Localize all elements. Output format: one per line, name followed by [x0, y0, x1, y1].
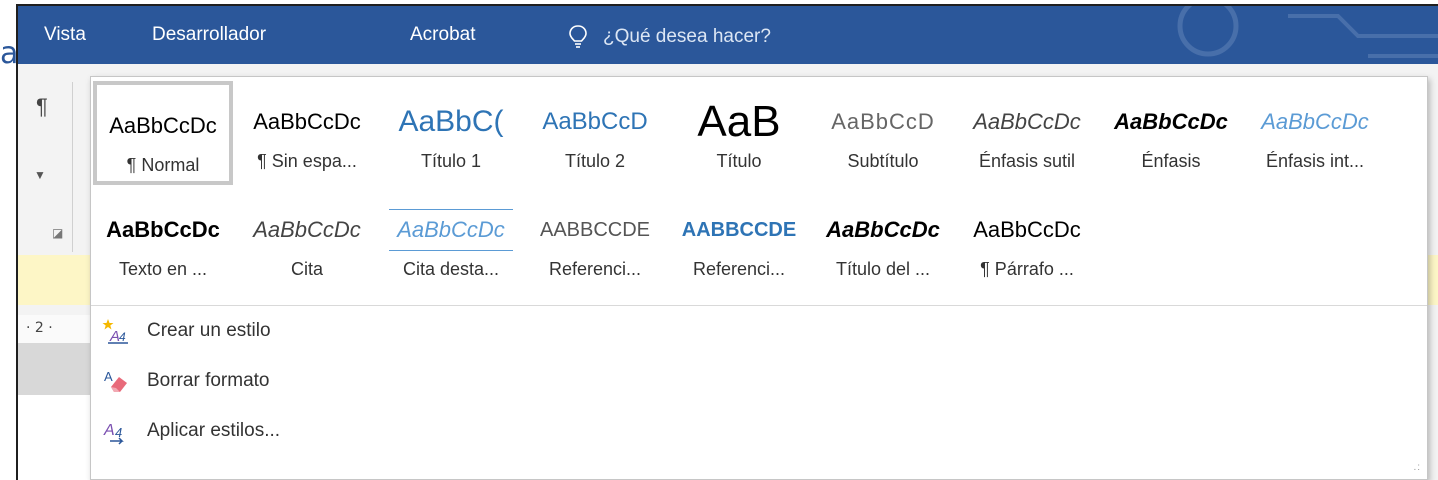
style-label: ¶ Sin espa... [257, 151, 357, 171]
document-gray-band [18, 343, 90, 395]
gallery-separator [91, 305, 1427, 306]
clear-formatting-command[interactable]: A Borrar formato [101, 361, 269, 401]
ribbon-tab-bar: Vista Desarrollador Acrobat ¿Qué desea h… [18, 6, 1438, 64]
style-label: Título 2 [564, 151, 626, 171]
style-referencia-sutil[interactable]: AABBCCDE Referenci... [525, 189, 665, 293]
group-separator [72, 82, 73, 252]
background-decoration [1177, 6, 1438, 58]
style-cita[interactable]: AaBbCcDc Cita [237, 189, 377, 293]
chevron-down-icon[interactable]: ▼ [34, 168, 46, 182]
style-preview: AaBbCcDc [973, 109, 1081, 134]
style-preview: AaB [697, 99, 781, 145]
apply-styles-label: Aplicar estilos... [147, 420, 281, 441]
style-subtitulo[interactable]: AaBbCcD Subtítulo [813, 81, 953, 185]
style-sin-espaciado[interactable]: AaBbCcDc ¶ Sin espa... [237, 81, 377, 185]
tab-acrobat[interactable]: Acrobat [410, 24, 475, 46]
style-titulo-del-libro[interactable]: AaBbCcDc Título del ... [813, 189, 953, 293]
style-preview: AaBbCcDc [973, 217, 1081, 242]
lightbulb-icon [563, 22, 593, 52]
style-label: Texto en ... [118, 259, 208, 279]
show-paragraph-marks-button[interactable]: ¶ [36, 94, 48, 120]
create-style-label: Crear un estilo [147, 320, 271, 341]
style-preview: AaBbC( [398, 105, 504, 138]
dialog-launcher-icon[interactable]: ◪ [52, 226, 63, 240]
style-label: ¶ Normal [126, 155, 200, 175]
style-label: Título del ... [835, 259, 931, 279]
style-cita-destacada[interactable]: AaBbCcDc Cita desta... [381, 189, 521, 293]
style-label: Título 1 [420, 151, 482, 171]
style-parrafo-de-lista[interactable]: AaBbCcDc ¶ Párrafo ... [957, 189, 1097, 293]
eraser-icon: A [101, 366, 131, 396]
tab-desarrollador[interactable]: Desarrollador [152, 24, 266, 46]
svg-text:A: A [103, 422, 115, 439]
style-label: Cita [290, 259, 323, 279]
style-referencia-intensa[interactable]: AABBCCDE Referenci... [669, 189, 809, 293]
create-style-icon: A 4 [101, 316, 131, 346]
style-preview: AaBbCcD [542, 108, 648, 135]
style-preview: AaBbCcDc [1114, 109, 1228, 134]
style-titulo-1[interactable]: AaBbC( Título 1 [381, 81, 521, 185]
style-preview: AaBbCcDc [109, 113, 217, 138]
style-titulo[interactable]: AaB Título [669, 81, 809, 185]
style-label: Cita desta... [402, 259, 500, 279]
svg-text:4: 4 [115, 425, 122, 440]
apply-styles-command[interactable]: A 4 Aplicar estilos... [101, 411, 280, 451]
tab-vista[interactable]: Vista [44, 24, 86, 46]
apply-styles-icon: A 4 [101, 416, 131, 446]
style-preview: AaBbCcDc [826, 217, 940, 242]
style-preview: AABBCCDE [539, 219, 651, 241]
style-label: Referenci... [548, 259, 642, 279]
clear-formatting-label: Borrar formato [147, 370, 270, 391]
style-label: Subtítulo [847, 151, 919, 171]
style-label: Énfasis [1141, 151, 1201, 171]
ruler-number: · 2 · [26, 320, 53, 336]
create-style-command[interactable]: A 4 Crear un estilo [101, 311, 271, 351]
style-enfasis-sutil[interactable]: AaBbCcDc Énfasis sutil [957, 81, 1097, 185]
style-titulo-2[interactable]: AaBbCcD Título 2 [525, 81, 665, 185]
style-preview: AaBbCcDc [389, 209, 513, 251]
style-label: Énfasis int... [1265, 151, 1365, 171]
style-enfasis[interactable]: AaBbCcDc Énfasis [1101, 81, 1241, 185]
document-area [18, 395, 90, 480]
style-preview: AaBbCcDc [253, 109, 361, 134]
style-label: ¶ Párrafo ... [980, 259, 1074, 279]
style-preview: AaBbCcD [831, 109, 935, 134]
styles-gallery-dropdown: AaBbCcDc ¶ Normal AaBbCcDc ¶ Sin espa...… [90, 76, 1428, 480]
style-preview: AaBbCcDc [1261, 109, 1369, 134]
tell-me-search[interactable]: ¿Qué desea hacer? [563, 22, 771, 52]
tell-me-placeholder: ¿Qué desea hacer? [603, 26, 771, 47]
style-preview: AaBbCcDc [253, 217, 361, 242]
style-texto-en-bloque[interactable]: AaBbCcDc Texto en ... [93, 189, 233, 293]
resize-grip-icon[interactable]: .: [1413, 462, 1421, 473]
style-enfasis-intenso[interactable]: AaBbCcDc Énfasis int... [1245, 81, 1385, 185]
style-normal[interactable]: AaBbCcDc ¶ Normal [93, 81, 233, 185]
style-preview: AABBCCDE [681, 219, 797, 241]
svg-text:A: A [104, 369, 113, 384]
svg-text:4: 4 [119, 330, 126, 344]
style-preview: AaBbCcDc [106, 217, 220, 242]
style-label: Énfasis sutil [978, 151, 1076, 171]
style-label: Título [716, 151, 762, 171]
style-label: Referenci... [692, 259, 786, 279]
